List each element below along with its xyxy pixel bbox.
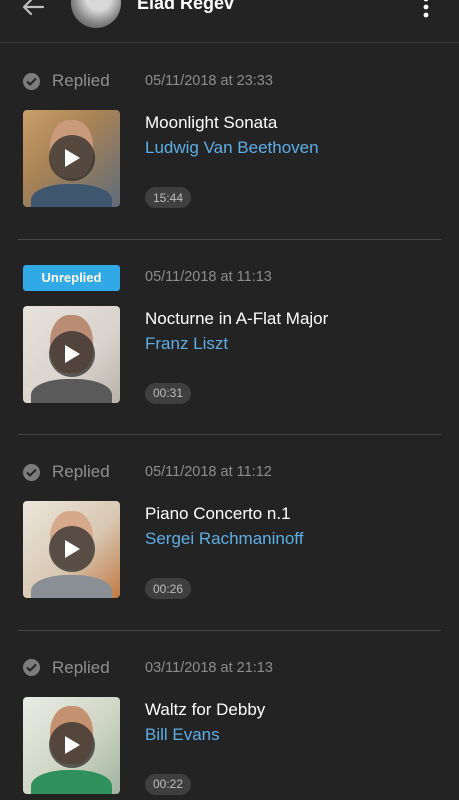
duration-badge: 00:22 [145,773,192,795]
status-label: Replied [52,71,110,90]
status-replied: Replied [23,70,110,92]
check-circle-icon [23,463,40,481]
timestamp: 03/11/2018 at 21:13 [145,659,273,676]
page-title: Elad Regev [137,0,235,13]
list-item[interactable]: Replied 03/11/2018 at 21:13 Waltz for De… [18,631,441,800]
composer-link[interactable]: Franz Liszt [145,334,228,354]
timestamp: 05/11/2018 at 11:12 [145,464,272,480]
status-replied: Replied [23,657,110,679]
play-icon[interactable] [49,721,95,768]
status-replied: Replied [23,461,110,483]
piece-title: Moonlight Sonata [145,113,278,132]
duration-badge: 15:44 [145,187,192,208]
more-vertical-icon[interactable] [414,0,438,20]
avatar[interactable] [71,0,121,28]
piece-title: Waltz for Debby [145,699,266,719]
unreplied-badge: Unreplied [23,264,120,291]
list-item[interactable]: Replied 05/11/2018 at 23:33 Moonlight So… [18,44,441,240]
timestamp: 05/11/2018 at 23:33 [145,73,273,89]
composer-link[interactable]: Ludwig Van Beethoven [145,138,319,158]
play-icon[interactable] [49,330,95,377]
submission-feed: Replied 05/11/2018 at 23:33 Moonlight So… [0,44,459,800]
video-thumbnail[interactable] [23,110,120,207]
video-thumbnail[interactable] [23,696,120,794]
check-circle-icon [23,659,40,676]
app-screen: Elad Regev Replied 05/11/2018 at 23:33 M… [0,0,459,800]
app-header: Elad Regev [0,0,459,43]
status-label: Replied [52,657,110,677]
video-thumbnail[interactable] [23,501,120,598]
piece-title: Piano Concerto n.1 [145,504,291,523]
list-item[interactable]: Replied 05/11/2018 at 11:12 Piano Concer… [18,435,441,631]
duration-badge: 00:31 [145,382,192,404]
play-icon[interactable] [49,526,95,572]
check-circle-icon [23,72,40,90]
duration-badge: 00:26 [145,578,192,599]
composer-link[interactable]: Bill Evans [145,725,220,745]
status-label: Replied [52,462,110,481]
video-thumbnail[interactable] [23,305,120,403]
piece-title: Nocturne in A-Flat Major [145,308,329,328]
play-icon[interactable] [49,135,95,181]
composer-link[interactable]: Sergei Rachmaninoff [145,529,303,549]
timestamp: 05/11/2018 at 11:13 [145,268,272,285]
list-item[interactable]: Unreplied 05/11/2018 at 11:13 Nocturne i… [18,240,441,435]
arrow-left-icon[interactable] [18,0,48,20]
